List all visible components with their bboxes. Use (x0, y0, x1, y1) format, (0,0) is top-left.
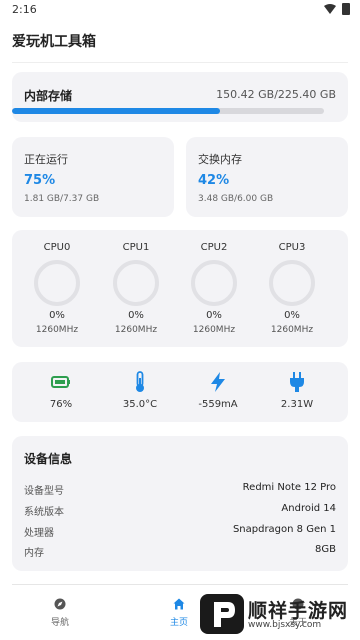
nav-tab-navigation[interactable]: 导航 (30, 594, 90, 634)
cpu-frequency: 1260MHz (35, 325, 79, 335)
storage-value: 150.42 GB/225.40 GB (216, 88, 336, 101)
cpu-frequency: 1260MHz (270, 325, 314, 335)
device-info-row: 内存 8GB (24, 544, 336, 560)
device-info-value: Redmi Note 12 Pro (242, 482, 336, 493)
thermometer-icon (136, 371, 144, 392)
cpu-usage: 0% (49, 310, 65, 321)
device-info-heading: 设备信息 (24, 452, 73, 466)
sensor-card[interactable]: 76% 35.0°C -559mA 2.31W (12, 362, 348, 422)
cpu-item: CPU1 0% 1260MHz (97, 230, 175, 347)
watermark-logo (200, 594, 244, 634)
cpu-frequency: 1260MHz (192, 325, 236, 335)
running-memory-card[interactable]: 正在运行 75% 1.81 GB/7.37 GB (12, 137, 174, 217)
device-info-row: 处理器 Snapdragon 8 Gen 1 (24, 524, 336, 540)
current-item: -559mA (179, 362, 257, 422)
status-icons (324, 3, 350, 15)
device-info-value: Android 14 (281, 503, 336, 514)
storage-card[interactable]: 内部存储 150.42 GB/225.40 GB (12, 72, 348, 122)
device-info-row: 设备型号 Redmi Note 12 Pro (24, 482, 336, 498)
current: -559mA (198, 399, 238, 410)
cpu-usage: 0% (284, 310, 300, 321)
battery-level-item: 76% (22, 362, 100, 422)
cpu-usage-ring (191, 260, 237, 306)
cpu-name: CPU2 (200, 242, 228, 253)
status-battery-icon (342, 3, 350, 15)
swap-memory-card[interactable]: 交换内存 42% 3.48 GB/6.00 GB (186, 137, 348, 217)
device-info-key: 设备型号 (24, 486, 64, 497)
wifi-icon (324, 4, 336, 14)
device-info-key: 内存 (24, 548, 44, 559)
cpu-name: CPU1 (122, 242, 150, 253)
swap-memory-detail: 3.48 GB/6.00 GB (198, 194, 274, 204)
cpu-item: CPU3 0% 1260MHz (253, 230, 331, 347)
running-memory-percent: 75% (24, 173, 56, 188)
status-time: 2:16 (12, 3, 37, 16)
cpu-item: CPU2 0% 1260MHz (175, 230, 253, 347)
battery-icon (51, 376, 70, 388)
device-info-key: 处理器 (24, 528, 54, 539)
compass-icon (54, 598, 66, 610)
storage-progress-bar (12, 108, 324, 114)
temperature: 35.0°C (122, 399, 158, 410)
storage-progress-fill (12, 108, 221, 114)
app-bar: 爱玩机工具箱 (0, 20, 360, 60)
device-info-key: 系统版本 (24, 507, 64, 518)
battery-level: 76% (49, 399, 73, 410)
site-watermark: 顺祥手游网 www.bjsxsy.com (198, 590, 358, 638)
cpu-card[interactable]: CPU0 0% 1260MHz CPU1 0% 1260MHz CPU2 0% … (12, 230, 348, 347)
cpu-usage: 0% (128, 310, 144, 321)
swap-memory-label: 交换内存 (198, 153, 242, 166)
device-info-value: Snapdragon 8 Gen 1 (232, 524, 336, 535)
plug-icon (290, 372, 304, 392)
cpu-frequency: 1260MHz (114, 325, 158, 335)
status-bar: 2:16 (0, 0, 360, 20)
cpu-usage-ring (34, 260, 80, 306)
running-memory-label: 正在运行 (24, 153, 68, 166)
cpu-usage-ring (269, 260, 315, 306)
storage-label: 内部存储 (24, 89, 73, 103)
power-item: 2.31W (258, 362, 336, 422)
bottom-divider (12, 584, 348, 585)
swap-memory-percent: 42% (198, 173, 230, 188)
running-memory-detail: 1.81 GB/7.37 GB (24, 194, 100, 204)
watermark-text: 顺祥手游网 (248, 600, 349, 622)
home-icon (173, 598, 185, 610)
app-title: 爱玩机工具箱 (12, 34, 96, 50)
app-bar-divider (12, 62, 348, 63)
cpu-usage: 0% (206, 310, 222, 321)
device-info-card[interactable]: 设备信息 设备型号 Redmi Note 12 Pro 系统版本 Android… (12, 436, 348, 571)
device-info-value: 8GB (315, 544, 336, 555)
cpu-item: CPU0 0% 1260MHz (18, 230, 96, 347)
cpu-name: CPU3 (278, 242, 306, 253)
device-info-row: 系统版本 Android 14 (24, 503, 336, 519)
nav-tab-label: 导航 (50, 618, 69, 628)
cpu-usage-ring (113, 260, 159, 306)
temperature-item: 35.0°C (101, 362, 179, 422)
power: 2.31W (280, 399, 314, 410)
cpu-name: CPU0 (43, 242, 71, 253)
lightning-icon (211, 372, 225, 392)
watermark-url: www.bjsxsy.com (248, 620, 322, 630)
